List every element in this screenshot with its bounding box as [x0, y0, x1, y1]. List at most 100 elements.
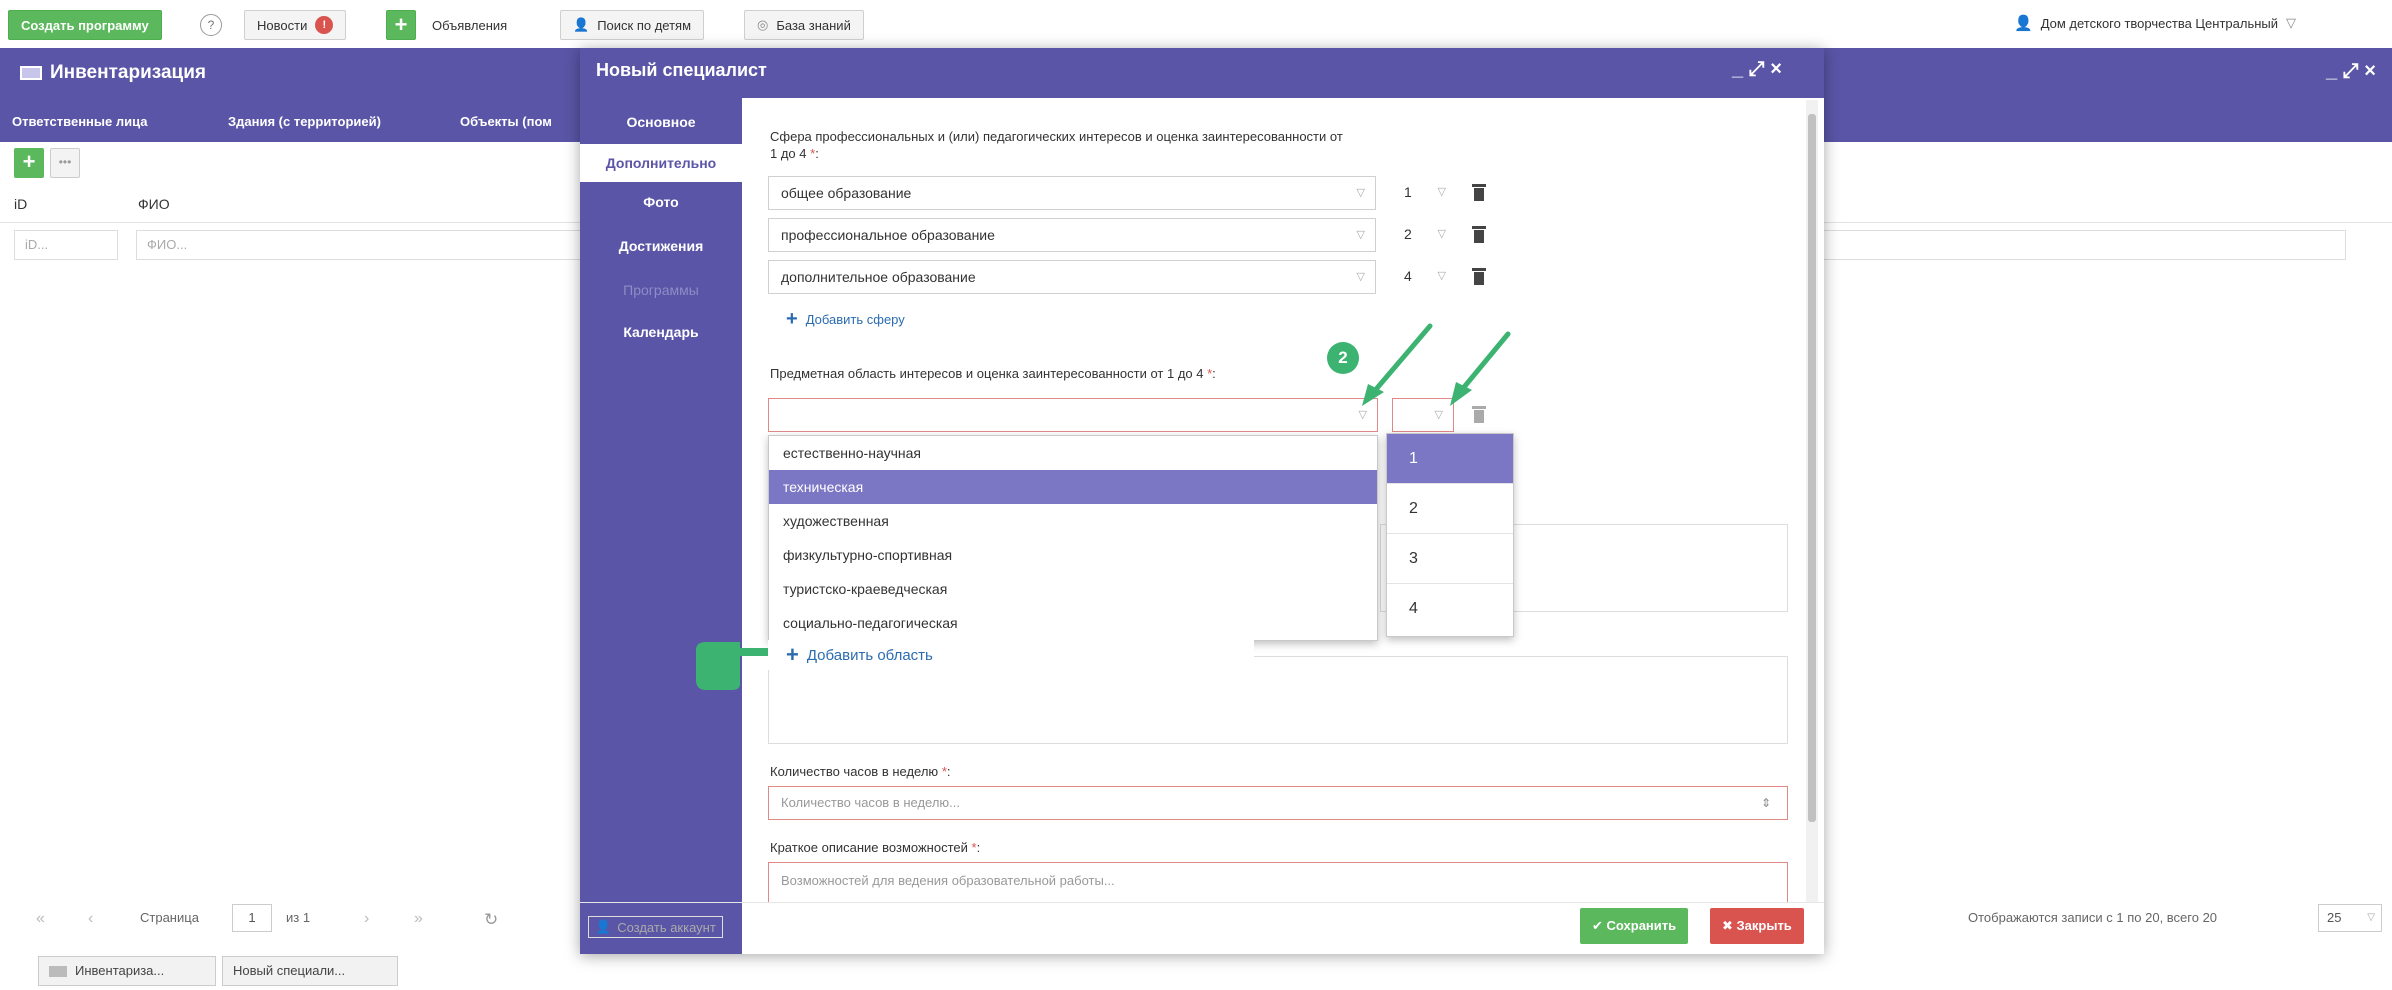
page-label: Страница: [140, 910, 199, 925]
sidebar-item-basic[interactable]: Основное: [580, 114, 742, 130]
create-program-button[interactable]: Создать программу: [8, 10, 162, 40]
plus-icon: +: [786, 642, 799, 667]
sphere-select-1[interactable]: общее образование ▽: [768, 176, 1376, 210]
help-icon[interactable]: ?: [200, 14, 222, 36]
arrow-line: [1457, 331, 1511, 395]
id-filter-input[interactable]: iD...: [14, 230, 118, 260]
subject-dropdown-list: естественно-научная техническая художест…: [768, 435, 1378, 641]
list-item[interactable]: социально-педагогическая: [769, 606, 1377, 640]
taskbar-inventory[interactable]: Инвентариза...: [38, 956, 216, 986]
subject-select[interactable]: ▽: [768, 398, 1378, 432]
close-icon: ✖: [1722, 918, 1737, 933]
ads-button[interactable]: Объявления: [420, 10, 519, 40]
news-badge: !: [315, 16, 334, 34]
list-item[interactable]: 1: [1387, 434, 1513, 484]
add-area-button[interactable]: + Добавить область: [786, 642, 933, 668]
list-item[interactable]: техническая: [769, 470, 1377, 504]
tab-objects[interactable]: Объекты (пом: [460, 114, 552, 129]
score-dropdown-list: 1 2 3 4: [1386, 433, 1514, 637]
hours-input[interactable]: Количество часов в неделю... ⇕: [768, 786, 1788, 820]
sphere-select-3[interactable]: дополнительное образование ▽: [768, 260, 1376, 294]
list-item[interactable]: физкультурно-спортивная: [769, 538, 1377, 572]
description-textarea[interactable]: Возможностей для ведения образовательной…: [768, 862, 1788, 902]
next-page-icon[interactable]: ›: [364, 910, 369, 928]
more-button[interactable]: •••: [50, 148, 80, 178]
chevron-down-icon: ▽: [1437, 270, 1446, 282]
delete-icon[interactable]: [1472, 268, 1486, 285]
close-button[interactable]: ✖ Закрыть: [1710, 908, 1804, 944]
list-item[interactable]: художественная: [769, 504, 1377, 538]
news-button[interactable]: Новости!: [244, 10, 347, 40]
sidebar-item-calendar[interactable]: Календарь: [580, 324, 742, 340]
list-item[interactable]: естественно-научная: [769, 436, 1377, 470]
user-icon: 👤: [2014, 15, 2033, 32]
subject-label: Предметная область интересов и оценка за…: [770, 366, 1216, 381]
scrollbar-thumb[interactable]: [1808, 114, 1816, 822]
delete-icon[interactable]: [1472, 184, 1486, 201]
chevron-down-icon: ▽: [1437, 228, 1446, 240]
list-item[interactable]: 2: [1387, 484, 1513, 534]
taskbar-new-specialist[interactable]: Новый специали...: [222, 956, 398, 986]
chevron-down-icon: ▽: [1356, 271, 1365, 283]
hours-label: Количество часов в неделю *:: [770, 764, 951, 779]
prev-page-icon[interactable]: ‹: [88, 910, 93, 928]
chevron-down-icon: ▽: [2367, 912, 2375, 923]
sphere-score-2[interactable]: 2 ▽: [1392, 218, 1456, 252]
delete-icon[interactable]: [1472, 226, 1486, 243]
add-record-button[interactable]: +: [14, 148, 44, 178]
chevron-down-icon: ▽: [1437, 186, 1446, 198]
background-window-controls[interactable]: _ ⤢ ×: [2326, 60, 2376, 83]
first-page-icon[interactable]: «: [36, 910, 45, 928]
modal-title: Новый специалист: [596, 60, 767, 80]
modal-controls[interactable]: _ ⤢ ×: [1732, 58, 1782, 81]
check-icon: ✔: [1592, 918, 1607, 933]
chevron-down-icon: ▽: [2286, 15, 2297, 30]
child-icon: 👤: [573, 17, 590, 32]
column-fio[interactable]: ФИО: [138, 196, 170, 212]
column-id[interactable]: iD: [14, 196, 27, 212]
last-page-icon[interactable]: »: [414, 910, 423, 928]
list-item[interactable]: туристско-краеведческая: [769, 572, 1377, 606]
window-icon: [49, 966, 67, 978]
sidebar-item-programs: Программы: [623, 282, 699, 298]
records-info: Отображаются записи с 1 по 20, всего 20: [1968, 910, 2218, 925]
child-search-button[interactable]: 👤 Поиск по детям: [560, 10, 705, 40]
list-item[interactable]: 4: [1387, 584, 1513, 634]
desc-label: Краткое описание возможностей *:: [770, 840, 981, 855]
modal-footer-divider: [580, 902, 1824, 903]
chevron-down-icon: ▽: [1356, 187, 1365, 199]
org-selector[interactable]: 👤 Дом детского творчества Центральный ▽: [2014, 14, 2296, 32]
page-input[interactable]: 1: [232, 904, 272, 932]
knowledge-icon: ◎: [757, 17, 769, 32]
user-plus-icon: 👤: [595, 919, 612, 934]
sphere-score-1[interactable]: 1 ▽: [1392, 176, 1456, 210]
tab-responsible[interactable]: Ответственные лица: [12, 114, 147, 129]
page-total: из 1: [286, 910, 311, 925]
hand-pointer-icon: [696, 642, 768, 690]
sphere-label: Сфера профессиональных и (или) педагогич…: [770, 129, 1343, 161]
arrow-line: [1369, 323, 1433, 397]
sidebar-item-photo[interactable]: Фото: [580, 194, 742, 210]
annotation-arrows: [1362, 323, 1511, 406]
modal-sidebar: [580, 98, 742, 954]
arrow-head: [1450, 382, 1472, 406]
refresh-icon[interactable]: ↻: [484, 910, 498, 930]
sphere-score-3[interactable]: 4 ▽: [1392, 260, 1456, 294]
tab-buildings[interactable]: Здания (с территорией): [228, 114, 381, 129]
sidebar-item-achievements[interactable]: Достижения: [580, 238, 742, 254]
step-number-badge: 2: [1327, 342, 1359, 374]
sidebar-item-additional[interactable]: Дополнительно: [580, 144, 742, 182]
list-item[interactable]: 3: [1387, 534, 1513, 584]
add-sphere-button[interactable]: + Добавить сферу: [786, 308, 905, 331]
plus-icon: +: [786, 308, 798, 330]
chevron-down-icon: ▽: [1356, 229, 1365, 241]
window-icon: [20, 66, 42, 80]
background-window-title: Инвентаризация: [20, 62, 206, 84]
save-button[interactable]: ✔ Сохранить: [1580, 908, 1689, 944]
create-account-button: 👤 Создать аккаунт: [588, 916, 723, 938]
stepper-icon[interactable]: ⇕: [1761, 787, 1771, 819]
sphere-select-2[interactable]: профессиональное образование ▽: [768, 218, 1376, 252]
knowledge-base-button[interactable]: ◎ База знаний: [744, 10, 864, 40]
add-button[interactable]: +: [386, 10, 416, 40]
per-page-select[interactable]: 25 ▽: [2318, 904, 2382, 932]
